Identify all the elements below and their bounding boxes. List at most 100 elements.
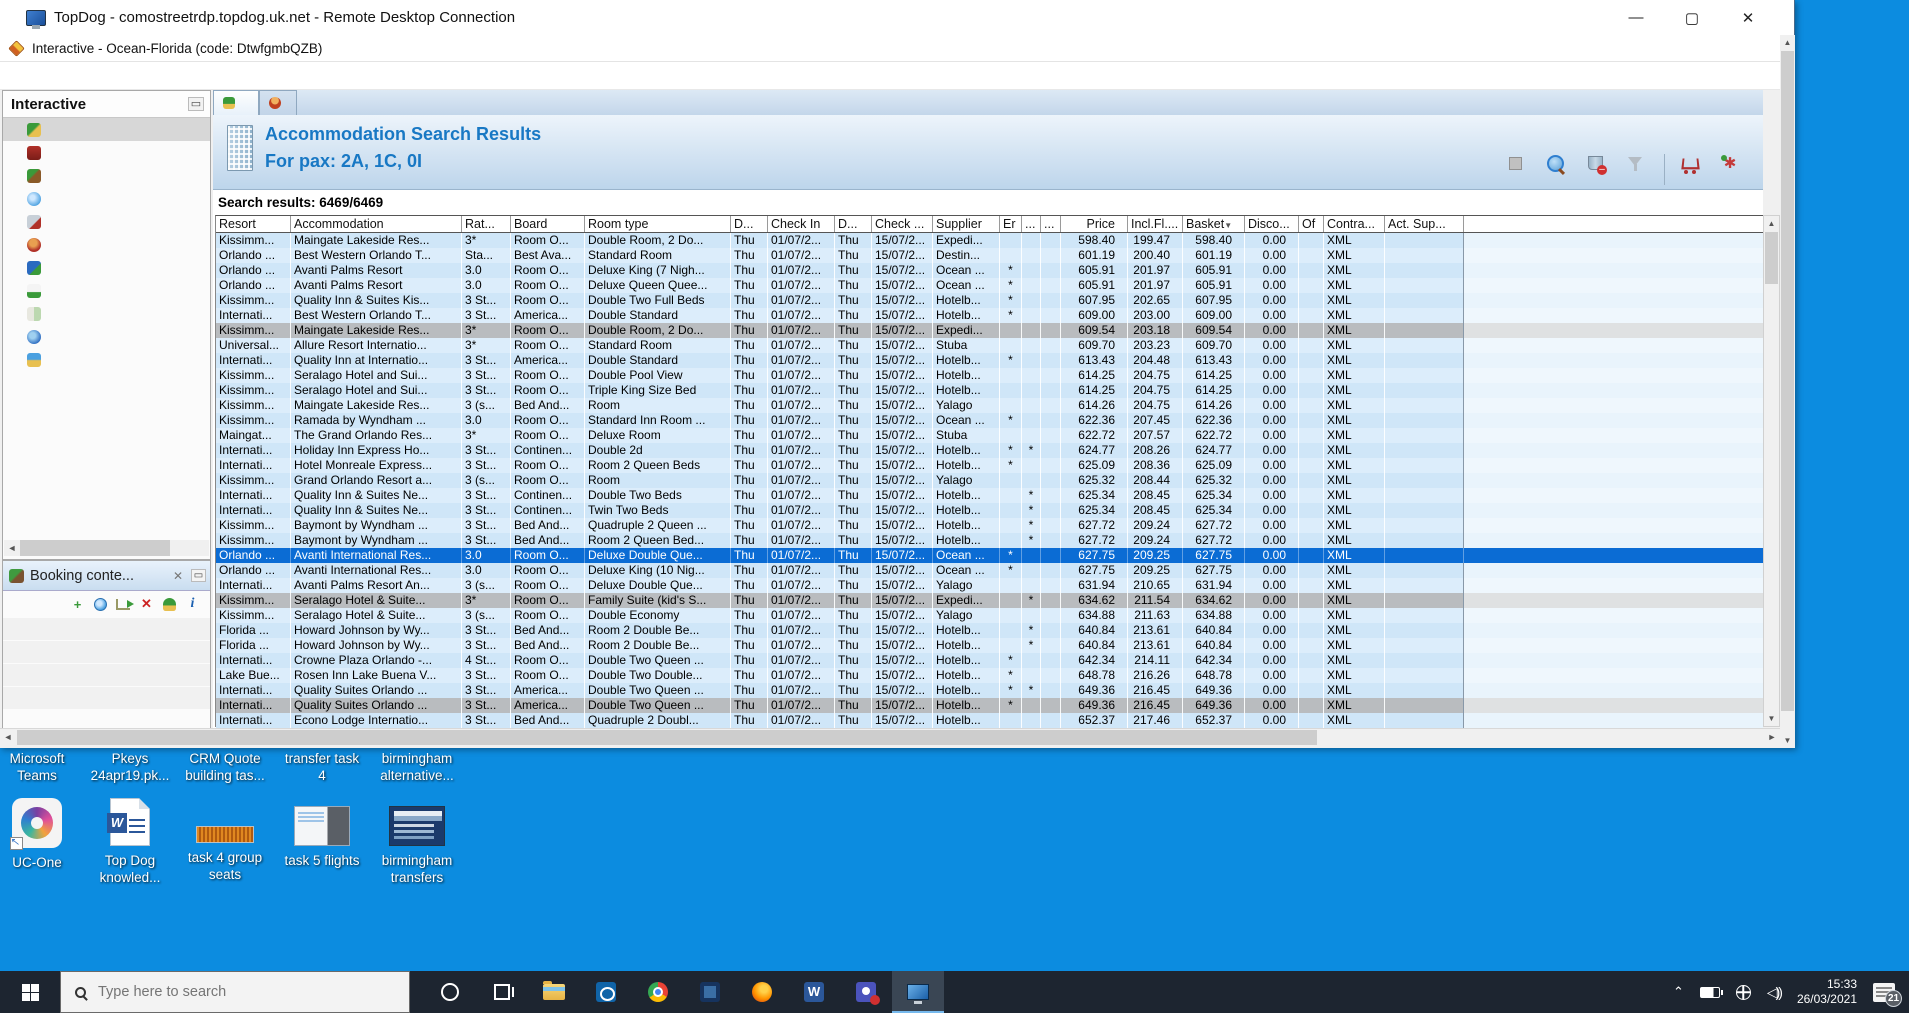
table-row[interactable]: Florida ... Howard Johnson by Wy... 3 St..… [216, 623, 1763, 638]
column-header-day-in[interactable]: D... [731, 216, 768, 232]
table-row[interactable]: Orlando ... Avanti International Res... 3.… [216, 563, 1763, 578]
desktop-icon-top-dog-knowled-[interactable]: W Top Dog knowled... [82, 798, 178, 886]
sidebar-horizontal-scrollbar[interactable]: ◄ [4, 540, 209, 556]
scroll-up-icon[interactable]: ▲ [1780, 35, 1795, 50]
tray-chevron-icon[interactable]: ⌃ [1673, 984, 1684, 1000]
scrollbar-thumb[interactable] [20, 540, 170, 556]
column-header-check-out[interactable]: Check ... [872, 216, 933, 232]
table-row[interactable]: Internati... Quality Inn & Suites Ne... 3 … [216, 488, 1763, 503]
table-row[interactable]: Orlando ... Avanti International Res... 3.… [216, 548, 1763, 563]
basket-go-icon[interactable] [116, 598, 134, 610]
table-vertical-scrollbar[interactable]: ▲ ▼ [1763, 215, 1780, 727]
sidebar-item-completed-bookings[interactable] [3, 164, 210, 187]
desktop-icon-crm-quote-building-tas-[interactable]: CRM Quote building tas... [177, 750, 273, 784]
hotel-basis-search-button[interactable] [1544, 154, 1566, 185]
taskbar-icon-outlook[interactable] [580, 971, 632, 1013]
taskbar-clock[interactable]: 15:33 26/03/2021 [1797, 977, 1857, 1007]
booking-panel-tab[interactable]: Booking conte... ✕ ▭ [3, 561, 210, 591]
table-row[interactable]: Kissimm... Seralago Hotel and Sui... 3 St.… [216, 368, 1763, 383]
table-row[interactable]: Kissimm... Maingate Lakeside Res... 3* Room… [216, 323, 1763, 338]
sidebar-item-direct-clients[interactable] [3, 233, 210, 256]
table-row[interactable]: Kissimm... Maingate Lakeside Res... 3 (s..… [216, 398, 1763, 413]
column-header-offer[interactable]: Of [1299, 216, 1324, 232]
start-button[interactable] [0, 971, 60, 1013]
table-row[interactable]: Kissimm... Baymont by Wyndham ... 3 St... B… [216, 533, 1763, 548]
table-row[interactable]: Orlando ... Best Western Orlando T... Sta.… [216, 248, 1763, 263]
taskbar-icon-remote-desktop[interactable] [892, 971, 944, 1013]
column-header-board[interactable]: Board [511, 216, 585, 232]
sidebar-item-old-documents[interactable] [3, 302, 210, 325]
scroll-down-icon[interactable]: ▼ [1780, 733, 1795, 748]
table-row[interactable]: Internati... Crowne Plaza Orlando -... 4 S… [216, 653, 1763, 668]
table-row[interactable]: Internati... Avanti Palms Resort An... 3 (… [216, 578, 1763, 593]
scrollbar-thumb[interactable] [1781, 51, 1794, 711]
search-input[interactable] [98, 984, 378, 1000]
add-icon[interactable]: + [70, 597, 85, 612]
maximize-button[interactable]: ▢ [1664, 0, 1720, 35]
table-row[interactable]: Internati... Quality Inn at Internatio...… [216, 353, 1763, 368]
column-header-flag2[interactable]: ... [1041, 216, 1061, 232]
tab-book-ref[interactable] [213, 90, 259, 115]
erase-filtered-out-button[interactable] [1584, 154, 1607, 185]
taskbar-icon-cortana[interactable] [424, 971, 476, 1013]
taskbar-search[interactable] [60, 971, 410, 1013]
table-row[interactable]: Internati... Quality Suites Orlando ... 3 … [216, 698, 1763, 713]
tab-direct-clients-search[interactable] [259, 90, 297, 115]
desktop-icon-task-4-group-seats[interactable]: task 4 group seats [177, 798, 273, 883]
scrollbar-thumb[interactable] [17, 730, 1317, 745]
table-row[interactable]: Kissimm... Grand Orlando Resort a... 3 (s.… [216, 473, 1763, 488]
table-row[interactable]: Kissimm... Seralago Hotel & Suite... 3* Roo… [216, 593, 1763, 608]
desktop-icon-transfer-task-4[interactable]: transfer task 4 [274, 750, 370, 784]
scroll-left-icon[interactable]: ◄ [4, 540, 20, 556]
table-row[interactable]: Internati... Hotel Monreale Express... 3 S… [216, 458, 1763, 473]
table-row[interactable]: Internati... Best Western Orlando T... 3 S… [216, 308, 1763, 323]
booking-panel-close-icon[interactable]: ✕ [173, 569, 183, 583]
taskbar-icon-task-view[interactable] [476, 971, 528, 1013]
desktop-icon-birmingham-transfers[interactable]: birmingham transfers [369, 798, 465, 886]
table-row[interactable]: Maingat... The Grand Orlando Res... 3* Room… [216, 428, 1763, 443]
sidebar-item-quick-quotes[interactable] [3, 187, 210, 210]
taskbar-icon-firefox[interactable] [736, 971, 788, 1013]
column-header-flag1[interactable]: ... [1022, 216, 1041, 232]
desktop-icon-birmingham-alternative-[interactable]: birmingham alternative... [369, 750, 465, 784]
column-header-incl-flight[interactable]: Incl.Fl.... [1128, 216, 1183, 232]
table-row[interactable]: Kissimm... Seralago Hotel and Sui... 3 St.… [216, 383, 1763, 398]
facilities-filter-button[interactable] [1624, 154, 1646, 185]
volume-icon[interactable]: ◁)) [1767, 984, 1783, 1001]
desktop-icon-task-5-flights[interactable]: task 5 flights [274, 798, 370, 869]
booking-panel-restore-icon[interactable]: ▭ [191, 569, 206, 582]
sidebar-item-reporting-and-analytics[interactable] [3, 279, 210, 302]
sidebar-item-payments[interactable] [3, 256, 210, 279]
sidebar-item-contracts[interactable] [3, 210, 210, 233]
battery-icon[interactable] [1699, 986, 1723, 998]
scroll-down-icon[interactable]: ▼ [1764, 711, 1779, 726]
table-row[interactable]: Kissimm... Seralago Hotel & Suite... 3 (s.… [216, 608, 1763, 623]
table-row[interactable]: Kissimm... Ramada by Wyndham ... 3.0 Room O… [216, 413, 1763, 428]
scrollbar-thumb[interactable] [1765, 232, 1778, 284]
column-header-accommodation[interactable]: Accommodation [291, 216, 462, 232]
taskbar-icon-teams[interactable] [840, 971, 892, 1013]
window-vertical-scrollbar[interactable]: ▲ ▼ [1780, 35, 1795, 748]
column-header-day-out[interactable]: D... [835, 216, 872, 232]
taskbar-icon-chrome[interactable] [632, 971, 684, 1013]
scroll-left-icon[interactable]: ◄ [0, 729, 16, 746]
table-row[interactable]: Universal... Allure Resort Internatio... 3… [216, 338, 1763, 353]
panel-collapse-icon[interactable]: ▭ [188, 97, 204, 111]
window-horizontal-scrollbar[interactable]: ◄ ► [0, 728, 1780, 746]
table-row[interactable]: Florida ... Howard Johnson by Wy... 3 St..… [216, 638, 1763, 653]
notification-center-icon[interactable]: 21 [1873, 982, 1902, 1007]
column-header-contract[interactable]: Contra... [1324, 216, 1385, 232]
sidebar-item-maintenance[interactable] [3, 348, 210, 371]
table-row[interactable]: Kissimm... Quality Inn & Suites Kis... 3 S… [216, 293, 1763, 308]
basket-button[interactable] [1664, 154, 1701, 185]
desktop-icon-uc-one[interactable]: UC-One [0, 798, 85, 871]
nett-pric--button[interactable] [1719, 154, 1741, 185]
table-row[interactable]: Orlando ... Avanti Palms Resort 3.0 Room O.… [216, 263, 1763, 278]
table-row[interactable]: Kissimm... Baymont by Wyndham ... 3 St... B… [216, 518, 1763, 533]
column-header-check-in[interactable]: Check In [768, 216, 835, 232]
scroll-up-icon[interactable]: ▲ [1764, 216, 1779, 231]
table-row[interactable]: Lake Bue... Rosen Inn Lake Buena V... 3 St… [216, 668, 1763, 683]
network-icon[interactable] [1735, 984, 1751, 1000]
column-header-supplier[interactable]: Supplier [933, 216, 1000, 232]
column-header-resort[interactable]: Resort [216, 216, 291, 232]
